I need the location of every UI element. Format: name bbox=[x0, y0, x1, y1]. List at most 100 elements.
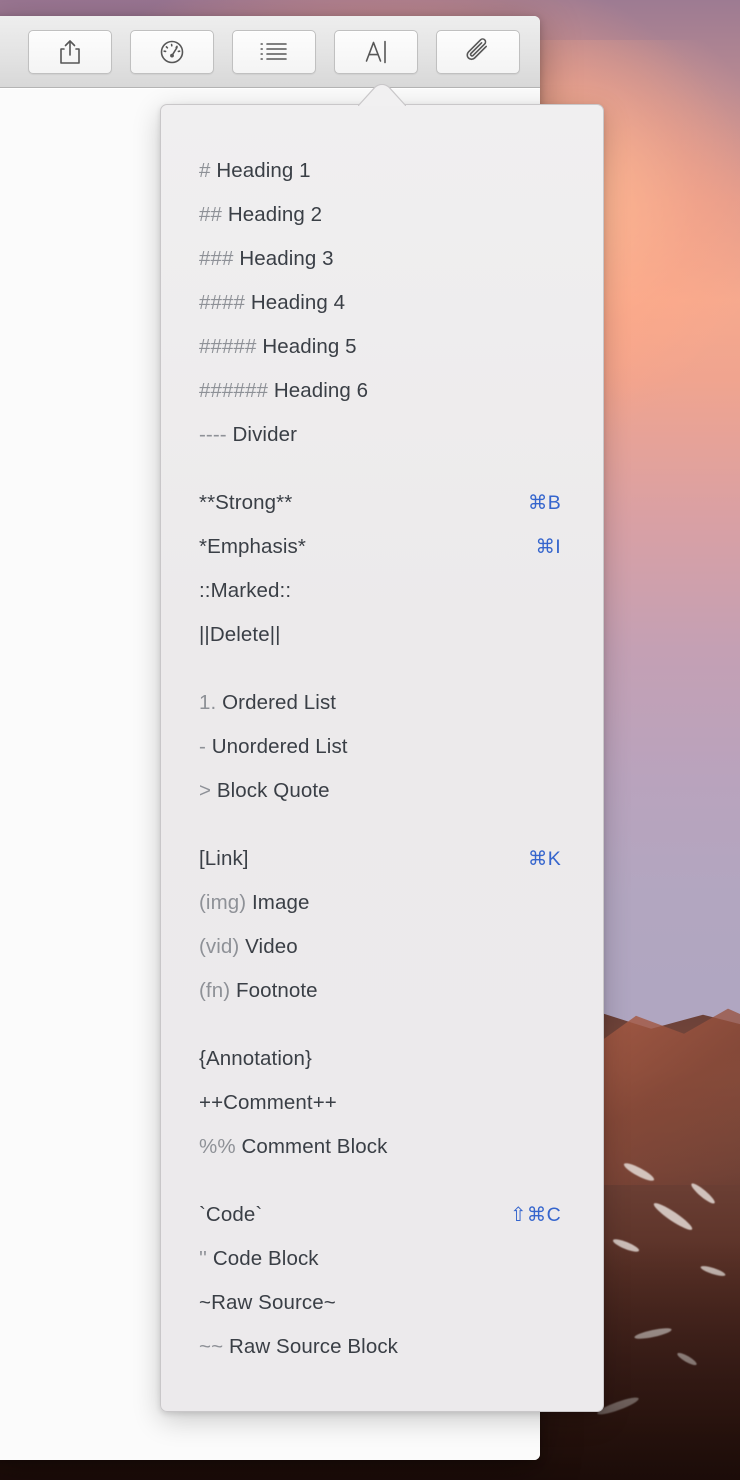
menu-item-text: ++Comment++ bbox=[199, 1091, 337, 1114]
menu-item-text: Footnote bbox=[235, 979, 318, 1002]
menu-item-shortcut: ⌘I bbox=[535, 536, 561, 558]
menu-item-text: Heading 1 bbox=[216, 159, 311, 182]
menu-item[interactable]: ### Heading 3 bbox=[161, 237, 603, 281]
inline-style-group: **Strong** ⌘B*Emphasis* ⌘I::Marked:: ||Dele… bbox=[161, 481, 603, 657]
list-group: 1. Ordered List - Unordered List > Block Q… bbox=[161, 681, 603, 813]
menu-item-label: *Emphasis* bbox=[199, 535, 306, 559]
menu-item-label: `Code` bbox=[199, 1203, 262, 1227]
menu-item-text: {Annotation} bbox=[199, 1047, 312, 1070]
menu-item-label: ## Heading 2 bbox=[199, 203, 322, 227]
window-toolbar bbox=[0, 16, 540, 88]
menu-item-text: Video bbox=[245, 935, 298, 958]
menu-item-text: Divider bbox=[232, 423, 298, 446]
share-icon bbox=[57, 38, 83, 66]
annotation-group: {Annotation} ++Comment++ %% Comment Block bbox=[161, 1037, 603, 1169]
menu-item-text: Unordered List bbox=[211, 735, 348, 758]
menu-item-text: Block Quote bbox=[216, 779, 330, 802]
menu-item[interactable]: ++Comment++ bbox=[161, 1081, 603, 1125]
markdown-menu-list: # Heading 1 ## Heading 2 ### Heading 3 ####… bbox=[161, 105, 603, 1369]
menu-item-label: (img) Image bbox=[199, 891, 309, 915]
share-button[interactable] bbox=[28, 29, 112, 74]
gauge-button[interactable] bbox=[130, 29, 214, 74]
menu-item-text: `Code` bbox=[199, 1203, 263, 1226]
menu-item[interactable]: '' Code Block bbox=[161, 1237, 603, 1281]
menu-item-syntax: ~~ bbox=[199, 1335, 224, 1358]
menu-item[interactable]: # Heading 1 bbox=[161, 149, 603, 193]
menu-item-label: '' Code Block bbox=[199, 1247, 319, 1271]
menu-item[interactable]: **Strong** ⌘B bbox=[161, 481, 603, 525]
menu-item-label: ###### Heading 6 bbox=[199, 379, 368, 403]
menu-item[interactable]: ##### Heading 5 bbox=[161, 325, 603, 369]
menu-item[interactable]: ---- Divider bbox=[161, 413, 603, 457]
menu-item-text: Comment Block bbox=[241, 1135, 388, 1158]
menu-item[interactable]: ||Delete|| bbox=[161, 613, 603, 657]
menu-item-label: {Annotation} bbox=[199, 1047, 312, 1071]
media-group: [Link] ⌘K (img) Image (vid) Video (fn) Footn… bbox=[161, 837, 603, 1013]
menu-item-text: *Emphasis* bbox=[199, 535, 306, 558]
menu-item[interactable]: 1. Ordered List bbox=[161, 681, 603, 725]
menu-item-text: Heading 3 bbox=[239, 247, 334, 270]
menu-item-syntax: (fn) bbox=[199, 979, 231, 1002]
menu-item-text: Image bbox=[251, 891, 310, 914]
menu-item-text: Heading 6 bbox=[273, 379, 369, 402]
menu-item[interactable]: - Unordered List bbox=[161, 725, 603, 769]
menu-item-shortcut: ⌘K bbox=[527, 848, 561, 870]
menu-item-label: ++Comment++ bbox=[199, 1091, 337, 1115]
menu-item-syntax: (img) bbox=[199, 891, 247, 914]
menu-item-label: (vid) Video bbox=[199, 935, 298, 959]
menu-item[interactable]: (img) Image bbox=[161, 881, 603, 925]
menu-item[interactable]: > Block Quote bbox=[161, 769, 603, 813]
menu-item-text: Heading 4 bbox=[250, 291, 346, 314]
menu-item-label: #### Heading 4 bbox=[199, 291, 345, 315]
text-format-icon bbox=[361, 37, 391, 67]
menu-item[interactable]: ~~ Raw Source Block bbox=[161, 1325, 603, 1369]
format-button[interactable] bbox=[334, 29, 418, 74]
menu-item-text: Heading 2 bbox=[227, 203, 323, 226]
menu-item[interactable]: *Emphasis* ⌘I bbox=[161, 525, 603, 569]
menu-item-label: ~Raw Source~ bbox=[199, 1291, 336, 1315]
menu-item-syntax: 1. bbox=[199, 691, 217, 714]
gauge-icon bbox=[158, 38, 186, 66]
menu-item[interactable]: %% Comment Block bbox=[161, 1125, 603, 1169]
menu-item-text: [Link] bbox=[199, 847, 249, 870]
menu-item-syntax: ### bbox=[199, 247, 234, 270]
menu-item-syntax: ##### bbox=[199, 335, 257, 358]
paperclip-icon bbox=[463, 37, 493, 67]
menu-item-syntax: '' bbox=[199, 1247, 208, 1270]
menu-item[interactable]: `Code` ⇧⌘C bbox=[161, 1193, 603, 1237]
menu-item-syntax: ---- bbox=[199, 423, 227, 446]
menu-item[interactable]: ###### Heading 6 bbox=[161, 369, 603, 413]
menu-item-syntax: #### bbox=[199, 291, 246, 314]
menu-item-syntax: ###### bbox=[199, 379, 269, 402]
markdown-syntax-popover: # Heading 1 ## Heading 2 ### Heading 3 ####… bbox=[160, 104, 604, 1412]
menu-item-syntax: (vid) bbox=[199, 935, 240, 958]
menu-item-label: [Link] bbox=[199, 847, 249, 871]
menu-item-text: ~Raw Source~ bbox=[199, 1291, 336, 1314]
menu-item-label: ||Delete|| bbox=[199, 623, 281, 647]
menu-item-label: **Strong** bbox=[199, 491, 292, 515]
menu-item-text: **Strong** bbox=[199, 491, 293, 514]
menu-item-label: > Block Quote bbox=[199, 779, 330, 803]
menu-item-label: # Heading 1 bbox=[199, 159, 311, 183]
menu-item[interactable]: [Link] ⌘K bbox=[161, 837, 603, 881]
menu-item-text: ::Marked:: bbox=[199, 579, 292, 602]
menu-item[interactable]: #### Heading 4 bbox=[161, 281, 603, 325]
attachment-button[interactable] bbox=[436, 29, 520, 74]
menu-item[interactable]: ::Marked:: bbox=[161, 569, 603, 613]
menu-item[interactable]: ## Heading 2 bbox=[161, 193, 603, 237]
menu-item-syntax: ## bbox=[199, 203, 223, 226]
menu-item-shortcut: ⇧⌘C bbox=[510, 1204, 561, 1226]
menu-item[interactable]: ~Raw Source~ bbox=[161, 1281, 603, 1325]
popover-arrow bbox=[357, 83, 407, 107]
headings-group: # Heading 1 ## Heading 2 ### Heading 3 ####… bbox=[161, 149, 603, 457]
menu-item-text: Heading 5 bbox=[262, 335, 357, 358]
menu-item-label: - Unordered List bbox=[199, 735, 348, 759]
menu-item-label: ---- Divider bbox=[199, 423, 297, 447]
menu-item[interactable]: {Annotation} bbox=[161, 1037, 603, 1081]
menu-item-label: %% Comment Block bbox=[199, 1135, 387, 1159]
outline-button[interactable] bbox=[232, 29, 316, 74]
menu-item[interactable]: (vid) Video bbox=[161, 925, 603, 969]
menu-item-text: Raw Source Block bbox=[228, 1335, 399, 1358]
menu-item[interactable]: (fn) Footnote bbox=[161, 969, 603, 1013]
menu-item-label: (fn) Footnote bbox=[199, 979, 318, 1003]
